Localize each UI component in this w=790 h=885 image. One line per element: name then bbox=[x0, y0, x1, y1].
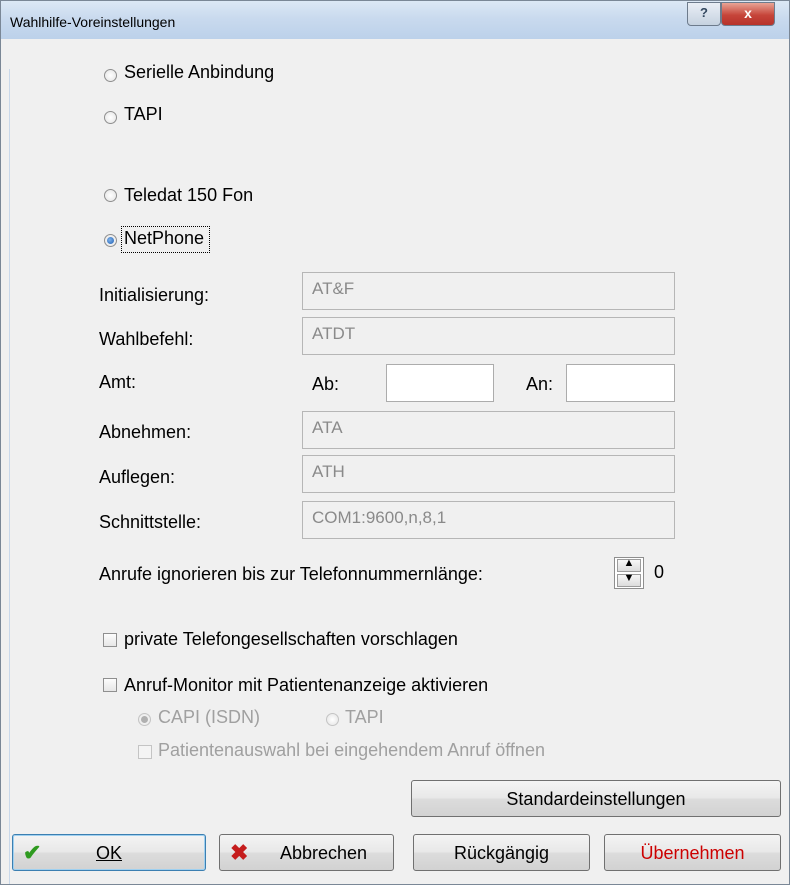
undo-button[interactable]: Rückgängig bbox=[413, 834, 590, 871]
help-button[interactable]: ? bbox=[687, 2, 721, 26]
defaults-button[interactable]: Standardeinstellungen bbox=[411, 780, 781, 817]
radio-serial-label[interactable]: Serielle Anbindung bbox=[124, 62, 274, 83]
amt-ab-input[interactable] bbox=[386, 364, 494, 402]
ok-button[interactable]: ✔ OK bbox=[12, 834, 206, 871]
checkbox-open-patient-label[interactable]: Patientenauswahl bei eingehendem Anruf ö… bbox=[158, 740, 545, 761]
arrow-down-icon: ▼ bbox=[623, 572, 635, 584]
cancel-button-label: Abbrechen bbox=[279, 843, 368, 863]
checkbox-call-monitor-box[interactable] bbox=[103, 678, 117, 692]
apply-button-label: Übernehmen bbox=[640, 843, 745, 863]
ok-button-label: OK bbox=[95, 843, 122, 863]
ignore-length-spinner[interactable]: ▲ ▼ bbox=[614, 557, 644, 589]
checkbox-call-monitor-label[interactable]: Anruf-Monitor mit Patientenanzeige aktiv… bbox=[124, 675, 488, 696]
init-field: AT&F bbox=[302, 272, 675, 310]
radio-tapi-label[interactable]: TAPI bbox=[124, 104, 163, 125]
radio-capi-label[interactable]: CAPI (ISDN) bbox=[158, 707, 260, 728]
dial-field: ATDT bbox=[302, 317, 675, 355]
cancel-button[interactable]: ✖ Abbrechen bbox=[219, 834, 394, 871]
window-edge-line bbox=[9, 69, 10, 884]
amt-ab-label: Ab: bbox=[312, 374, 340, 394]
checkbox-private-carriers-label[interactable]: private Telefongesellschaften vorschlage… bbox=[124, 629, 458, 650]
radio-tapi-indicator[interactable] bbox=[104, 111, 117, 124]
close-icon: x bbox=[744, 5, 752, 21]
help-icon: ? bbox=[700, 5, 708, 20]
init-label: Initialisierung: bbox=[99, 285, 210, 305]
radio-tapi-monitor-label[interactable]: TAPI bbox=[345, 707, 384, 728]
dial-label: Wahlbefehl: bbox=[99, 329, 194, 349]
cross-icon: ✖ bbox=[230, 840, 249, 865]
ignore-length-value[interactable]: 0 bbox=[654, 562, 664, 583]
undo-button-label: Rückgängig bbox=[453, 843, 550, 863]
radio-capi-indicator[interactable] bbox=[138, 713, 151, 726]
checkbox-private-carriers-box[interactable] bbox=[103, 633, 117, 647]
apply-button[interactable]: Übernehmen bbox=[604, 834, 781, 871]
dialog-window: Wahlhilfe-Voreinstellungen ? x Serielle … bbox=[0, 0, 790, 885]
checkbox-open-patient-box[interactable] bbox=[138, 745, 152, 759]
radio-teledat-indicator[interactable] bbox=[104, 189, 117, 202]
ignore-length-label: Anrufe ignorieren bis zur Telefonnummern… bbox=[99, 564, 483, 584]
amt-an-label: An: bbox=[526, 374, 554, 394]
defaults-button-label: Standardeinstellungen bbox=[506, 789, 686, 809]
radio-netphone-label[interactable]: NetPhone bbox=[124, 228, 204, 249]
radio-serial-indicator[interactable] bbox=[104, 69, 117, 82]
radio-teledat-label[interactable]: Teledat 150 Fon bbox=[124, 185, 253, 206]
pickup-label: Abnehmen: bbox=[99, 422, 192, 442]
window-title: Wahlhilfe-Voreinstellungen bbox=[10, 14, 176, 30]
port-label: Schnittstelle: bbox=[99, 512, 202, 532]
spin-up-button[interactable]: ▲ bbox=[617, 557, 641, 572]
dialog-content: Serielle Anbindung TAPI Teledat 150 Fon … bbox=[7, 39, 783, 884]
amt-label: Amt: bbox=[99, 372, 137, 392]
radio-tapi-monitor-indicator[interactable] bbox=[326, 713, 339, 726]
spin-down-button[interactable]: ▼ bbox=[617, 572, 641, 587]
title-bar[interactable]: Wahlhilfe-Voreinstellungen ? x bbox=[1, 1, 789, 39]
close-button[interactable]: x bbox=[721, 2, 775, 26]
hangup-field: ATH bbox=[302, 455, 675, 493]
radio-netphone-indicator[interactable] bbox=[104, 234, 117, 247]
amt-an-input[interactable] bbox=[566, 364, 675, 402]
pickup-field: ATA bbox=[302, 411, 675, 449]
port-field: COM1:9600,n,8,1 bbox=[302, 501, 675, 539]
arrow-up-icon: ▲ bbox=[623, 557, 635, 569]
hangup-label: Auflegen: bbox=[99, 467, 176, 487]
